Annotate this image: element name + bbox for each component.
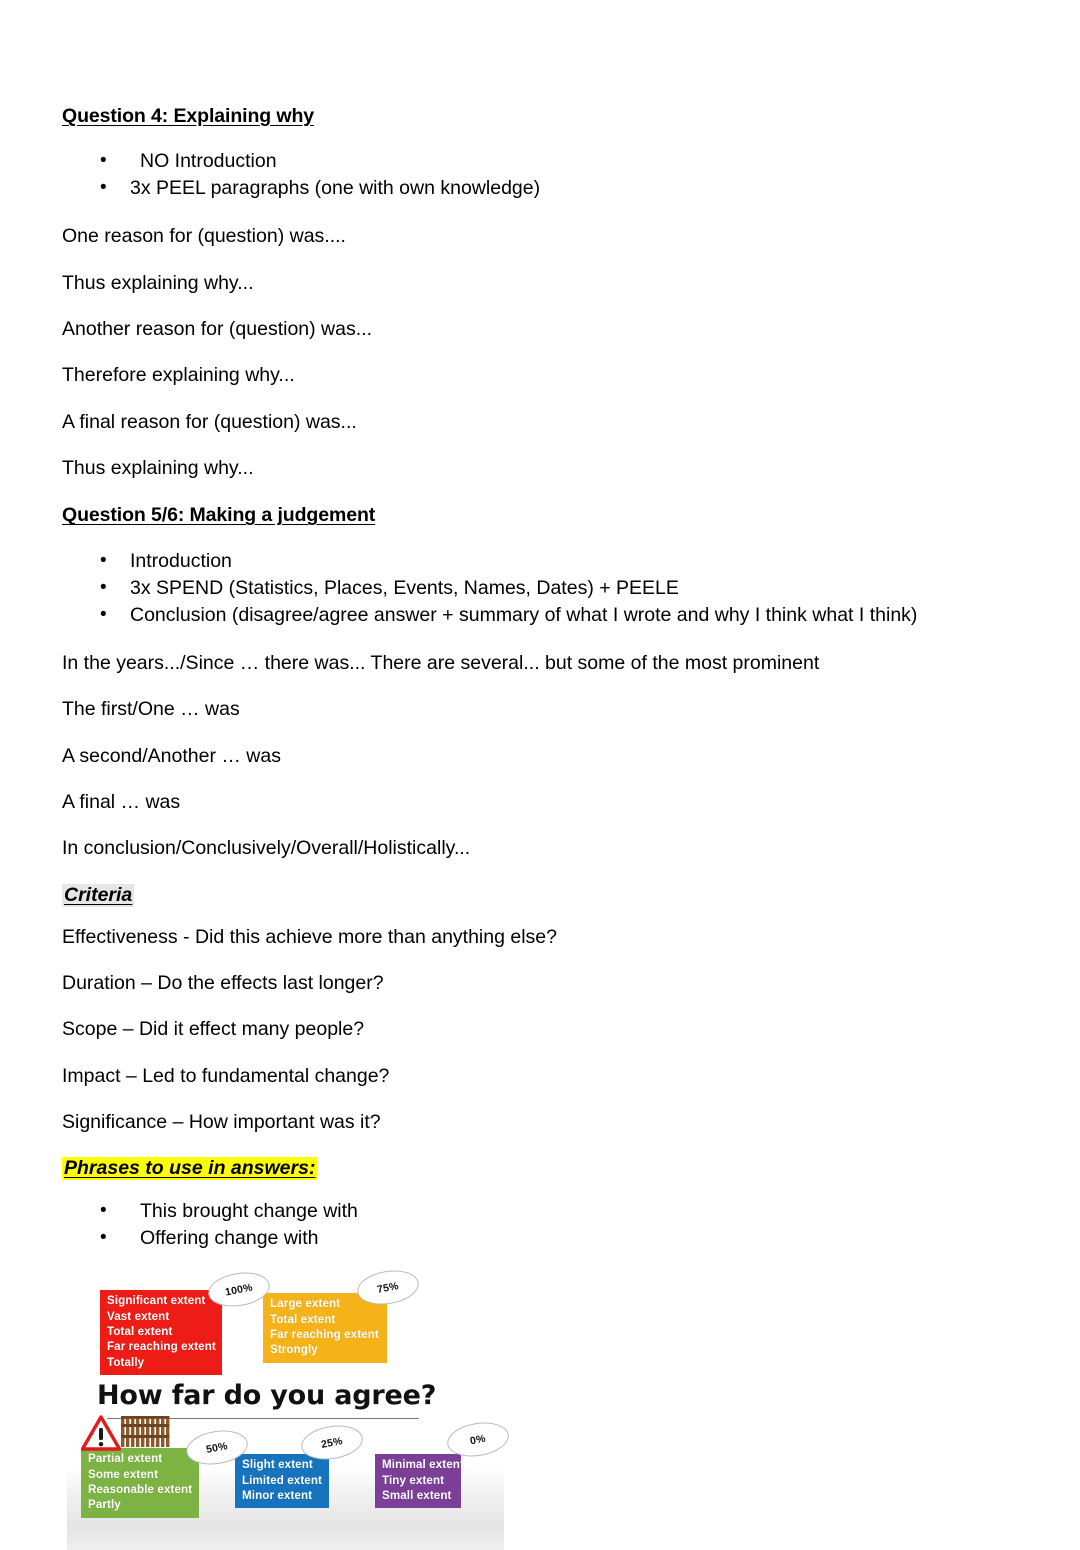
list-item: Offering change with xyxy=(62,1224,1012,1252)
extent-term: Strongly xyxy=(270,1343,318,1357)
extent-term: Slight extent xyxy=(242,1458,313,1472)
phrases-heading-row: Phrases to use in answers: xyxy=(62,1157,1012,1181)
body-line: In conclusion/Conclusively/Overall/Holis… xyxy=(62,837,471,860)
body-line: Thus explaining why... xyxy=(62,271,254,294)
extent-box-blue: Slight extent Limited extent Minor exten… xyxy=(235,1454,329,1509)
percent-label: 100% xyxy=(224,1281,254,1299)
phrases-heading: Phrases to use in answers: xyxy=(62,1157,318,1181)
extent-box-orange: Large extent Total extent Far reaching e… xyxy=(263,1293,387,1363)
list-item: Conclusion (disagree/agree answer + summ… xyxy=(62,601,1012,629)
body-line: Effectiveness - Did this achieve more th… xyxy=(62,925,557,948)
list-item: 3x PEEL paragraphs (one with own knowled… xyxy=(62,174,1012,202)
document-content: Question 4: Explaining why NO Introducti… xyxy=(62,104,1012,1550)
extent-term: Minor extent xyxy=(242,1489,313,1503)
extent-term: Vast extent xyxy=(107,1309,170,1323)
extent-term: Some extent xyxy=(88,1467,159,1481)
criteria-heading: Criteria xyxy=(62,883,135,907)
phrases-bullet-list: This brought change with Offering change… xyxy=(62,1197,1012,1252)
fence-icon xyxy=(121,1416,170,1448)
question56-heading-row: Question 5/6: Making a judgement xyxy=(62,503,1012,527)
diagram-title: How far do you agree? xyxy=(97,1380,437,1412)
question56-bullet-list: Introduction 3x SPEND (Statistics, Place… xyxy=(62,547,1012,629)
percent-label: 25% xyxy=(320,1434,344,1451)
body-line: In the years.../Since … there was... The… xyxy=(62,651,820,674)
question4-bullet-list: NO Introduction 3x PEEL paragraphs (one … xyxy=(62,147,1012,202)
document-page: Question 4: Explaining why NO Introducti… xyxy=(0,0,1080,1550)
warning-triangle-icon xyxy=(81,1415,121,1451)
extent-term: Tiny extent xyxy=(382,1473,445,1487)
body-line: A final reason for (question) was... xyxy=(62,410,357,433)
criteria-heading-row: Criteria xyxy=(62,883,1012,907)
body-line: A second/Another … was xyxy=(62,744,281,767)
percent-label: 50% xyxy=(205,1439,229,1456)
body-line: One reason for (question) was.... xyxy=(62,225,346,248)
extent-term: Far reaching extent xyxy=(270,1328,379,1342)
how-far-do-you-agree-diagram: Significant extent Vast extent Total ext… xyxy=(67,1266,512,1550)
list-item: Introduction xyxy=(62,547,1012,575)
body-line: Scope – Did it effect many people? xyxy=(62,1018,365,1041)
extent-box-green: Partial extent Some extent Reasonable ex… xyxy=(81,1448,199,1518)
list-item: 3x SPEND (Statistics, Places, Events, Na… xyxy=(62,574,1012,602)
extent-term: Total extent xyxy=(270,1312,336,1326)
body-line: The first/One … was xyxy=(62,698,240,721)
extent-box-purple: Minimal extent Tiny extent Small extent xyxy=(375,1454,464,1509)
body-line: Thus explaining why... xyxy=(62,457,254,480)
extent-term: Minimal extent xyxy=(382,1458,464,1472)
extent-term: Partly xyxy=(88,1498,121,1512)
body-line: Another reason for (question) was... xyxy=(62,318,372,341)
extent-term: Significant extent xyxy=(107,1294,206,1308)
body-line: Significance – How important was it? xyxy=(62,1110,381,1133)
question56-heading: Question 5/6: Making a judgement xyxy=(62,504,376,527)
extent-term: Limited extent xyxy=(242,1473,322,1487)
percent-label: 0% xyxy=(469,1432,487,1448)
extent-term: Far reaching extent xyxy=(107,1340,216,1354)
extent-term: Partial extent xyxy=(88,1452,163,1466)
body-line: Impact – Led to fundamental change? xyxy=(62,1064,390,1087)
list-item: NO Introduction xyxy=(62,147,1012,175)
body-line: A final … was xyxy=(62,790,181,813)
body-line: Therefore explaining why... xyxy=(62,364,295,387)
extent-term: Small extent xyxy=(382,1489,452,1503)
question4-heading: Question 4: Explaining why xyxy=(62,105,315,127)
question4-heading-row: Question 4: Explaining why xyxy=(62,104,1012,128)
extent-box-red: Significant extent Vast extent Total ext… xyxy=(100,1290,222,1376)
percent-label: 75% xyxy=(376,1279,400,1296)
list-item: This brought change with xyxy=(62,1197,1012,1225)
body-line: Duration – Do the effects last longer? xyxy=(62,971,384,994)
extent-term: Totally xyxy=(107,1355,145,1369)
extent-term: Total extent xyxy=(107,1325,173,1339)
extent-term: Reasonable extent xyxy=(88,1483,193,1497)
